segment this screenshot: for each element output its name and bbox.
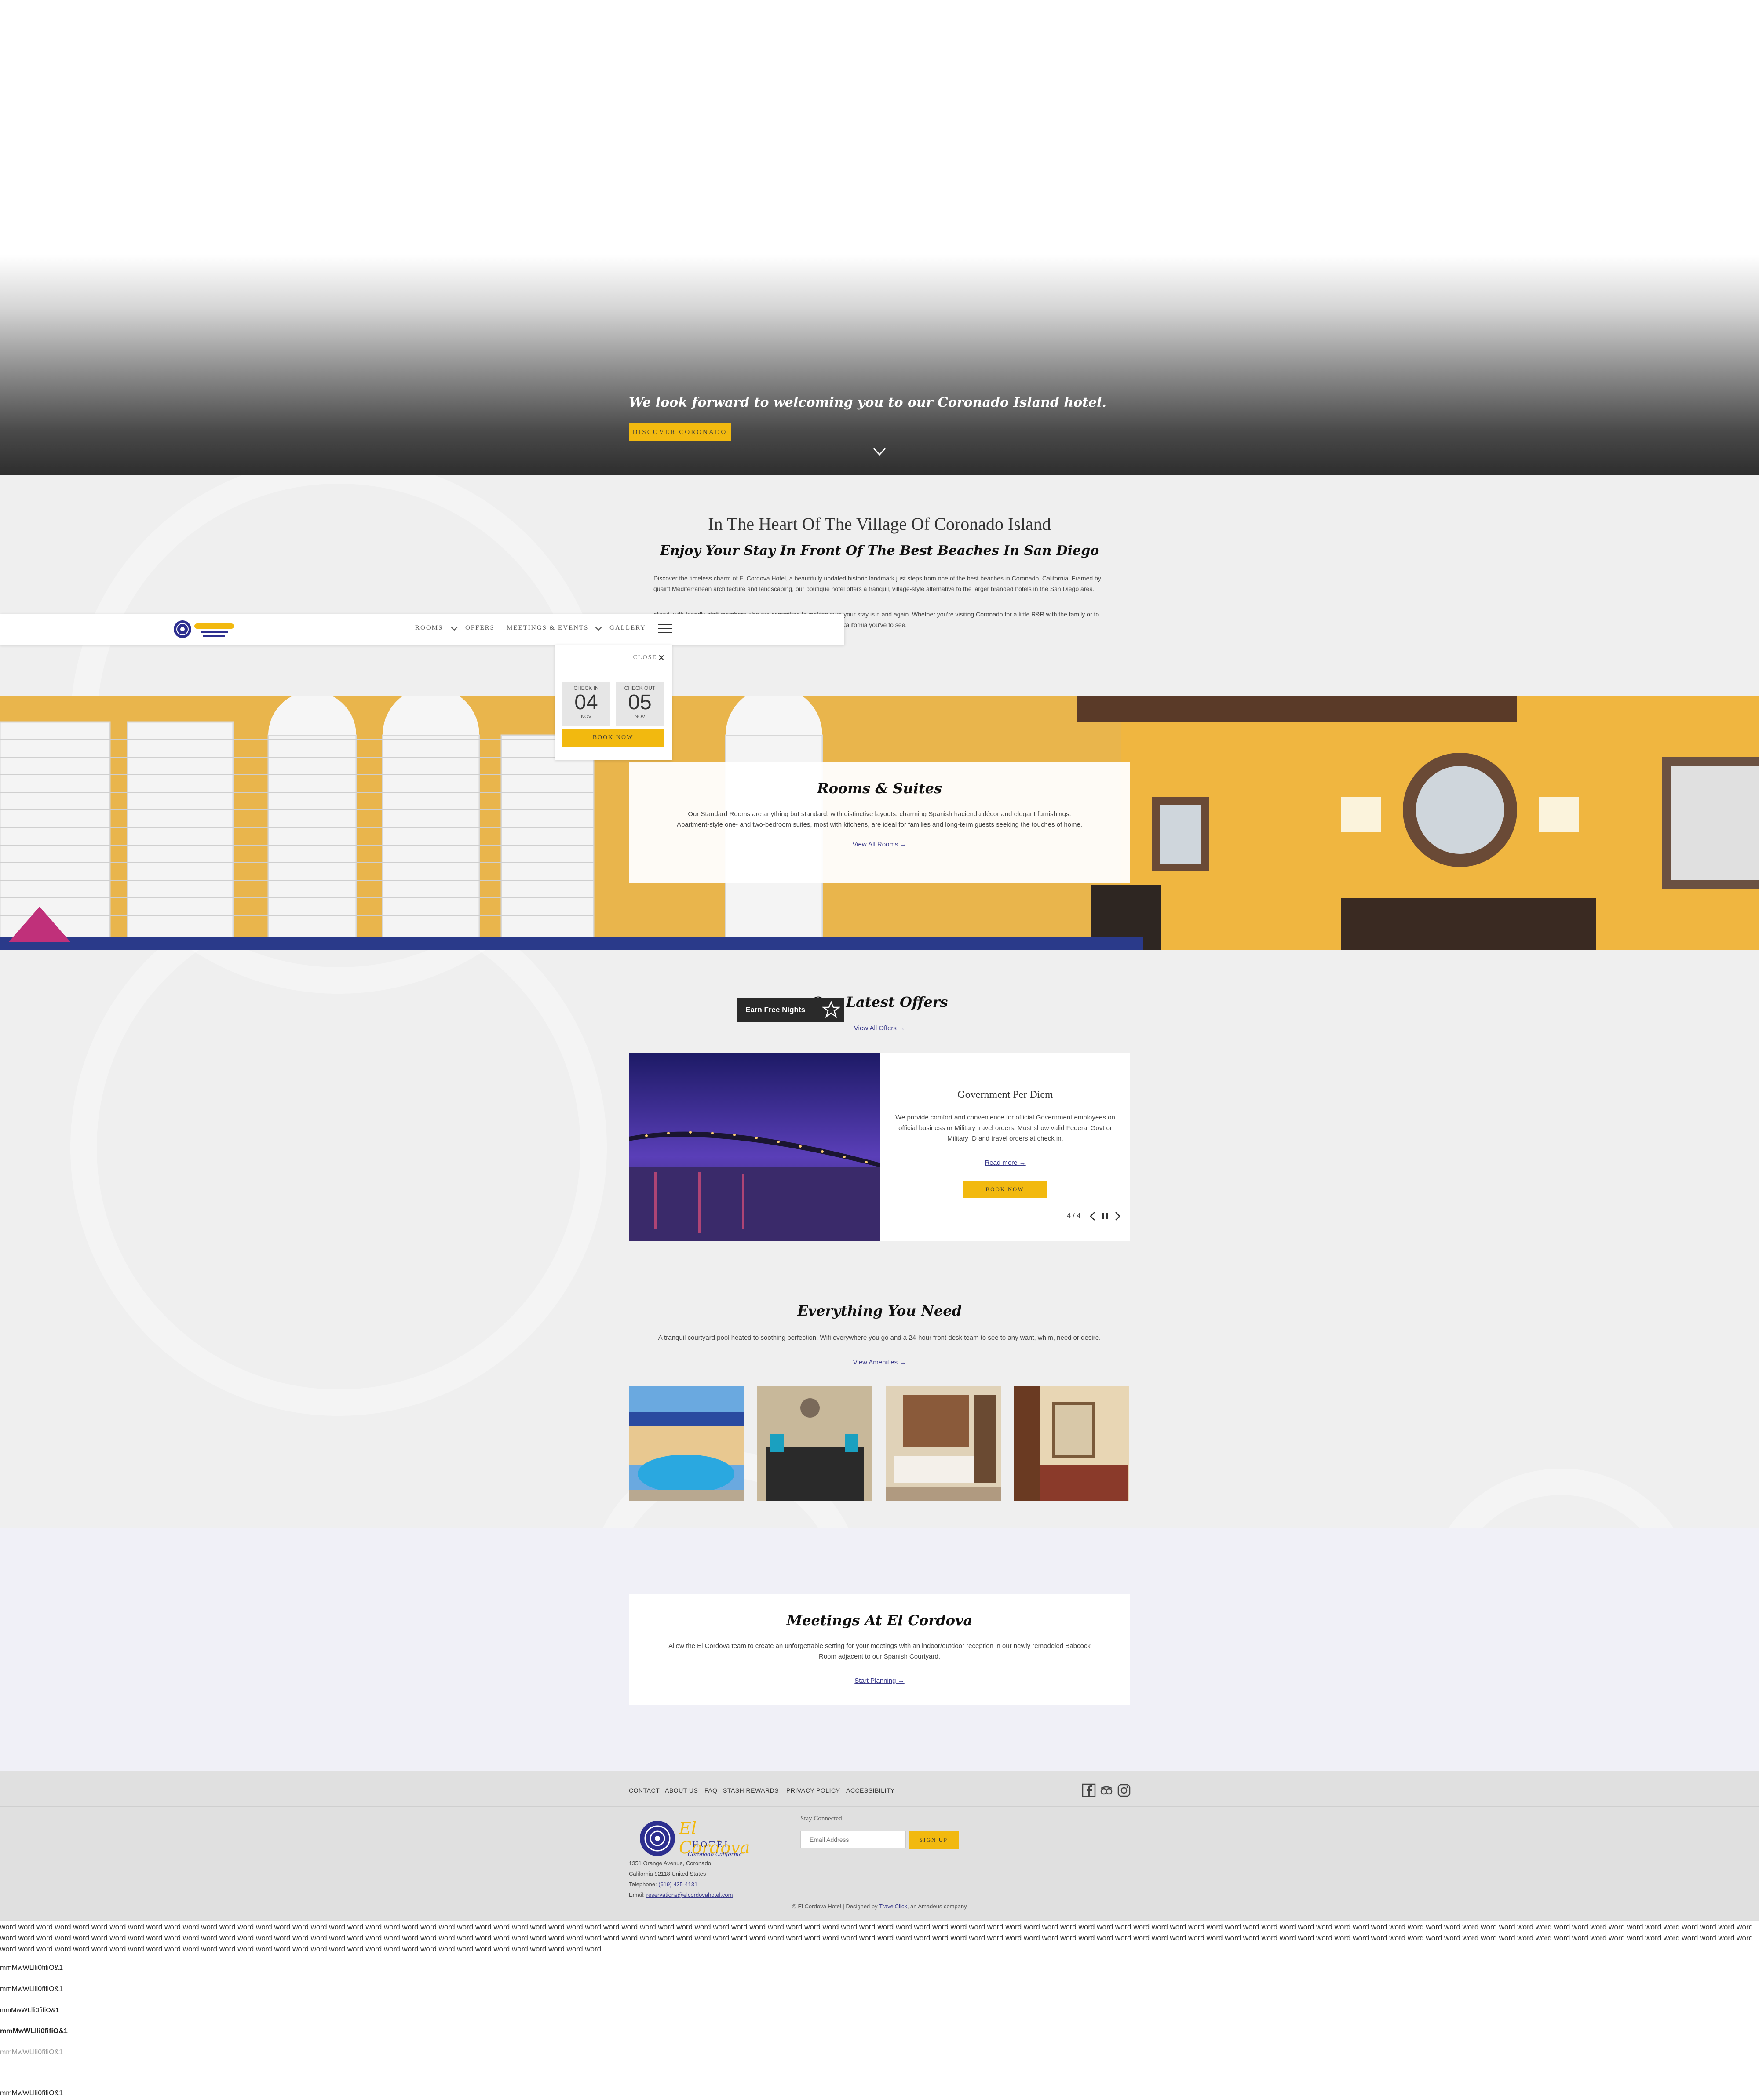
rooms-text: Our Standard Rooms are anything but stan… (676, 810, 1083, 828)
address-line-2: California 92118 United States (629, 1870, 706, 1877)
footer-link-contact[interactable]: CONTACT (629, 1787, 660, 1794)
book-now-button[interactable]: BOOK NOW (562, 729, 664, 747)
font-sample: mmMwWLlli0fifiO&1 (0, 2006, 59, 2014)
amenity-photo-lounge[interactable] (886, 1386, 1001, 1501)
discover-coronado-button[interactable]: DISCOVER CORONADO (629, 423, 731, 441)
hero-banner: We look forward to welcoming you to our … (0, 0, 1759, 475)
stay-connected-label: Stay Connected (800, 1815, 842, 1822)
chevron-left-icon[interactable] (1087, 1210, 1098, 1223)
telephone-label: Telephone: (629, 1881, 657, 1888)
footer-link-stash-rewards[interactable]: STASH REWARDS (723, 1787, 779, 1794)
medallion-watermark (70, 879, 607, 1416)
intro-subtitle: Enjoy Your Stay In Front Of The Best Bea… (660, 543, 1099, 558)
nav-offers[interactable]: OFFERS (465, 624, 495, 632)
amenities-title: Everything You Need (797, 1302, 962, 1319)
telephone: Telephone: (619) 435-4131 (629, 1881, 697, 1888)
footer: CONTACT ABOUT US FAQ STASH REWARDS PRIVA… (0, 1771, 1759, 1921)
check-out-label: CHECK OUT (624, 685, 656, 691)
check-in-label: CHECK IN (573, 685, 599, 691)
rooms-card: Rooms & Suites Our Standard Rooms are an… (629, 762, 1130, 883)
check-out-month: NOV (635, 714, 645, 719)
travelclick-link[interactable]: TravelClick (879, 1903, 907, 1910)
email-label: Email: (629, 1892, 645, 1898)
footer-logo[interactable]: El Cordova HOTEL Coronado California (639, 1815, 757, 1863)
check-in-month: NOV (581, 714, 591, 719)
close-icon[interactable]: ✕ (657, 653, 665, 664)
amenity-photo-lobby[interactable] (757, 1386, 872, 1501)
font-sample: mmMwWLlli0fifiO&1 (0, 2049, 63, 2056)
newsletter-email-input[interactable] (800, 1831, 906, 1848)
amenity-photo-room[interactable] (1014, 1386, 1129, 1501)
meetings-title: Meetings At El Cordova (786, 1612, 973, 1629)
read-more-link[interactable]: Read more → (985, 1159, 1025, 1167)
check-out-day: 05 (628, 691, 652, 714)
footer-link-faq[interactable]: FAQ (704, 1787, 718, 1794)
filler-text: word word word word word word word word … (0, 1923, 1753, 1953)
logo-place: Coronado California (688, 1851, 742, 1857)
intro-title: In The Heart Of The Village Of Coronado … (708, 514, 1051, 534)
telephone-link[interactable]: (619) 435-4131 (658, 1881, 697, 1888)
instagram-icon[interactable] (1117, 1783, 1131, 1797)
check-out-date[interactable]: CHECK OUT 05 NOV (616, 682, 664, 726)
logo-emblem-icon (640, 1821, 675, 1856)
close-label[interactable]: CLOSE (633, 654, 657, 661)
offer-card: Government Per Diem We provide comfort a… (880, 1053, 1130, 1241)
main-nav: ROOMS OFFERS MEETINGS & EVENTS GALLERY (0, 614, 844, 645)
font-sample: mmMwWLlli0fifiO&1 (0, 1964, 63, 1972)
star-icon[interactable] (822, 1001, 840, 1018)
menu-icon[interactable] (658, 623, 672, 635)
copyright-suffix: , an Amadeus company (907, 1903, 967, 1910)
copyright: © El Cordova Hotel | Designed by TravelC… (660, 1903, 1099, 1910)
logo-hotel: HOTEL (692, 1840, 732, 1849)
meetings-text: Allow the El Cordova team to create an u… (668, 1642, 1091, 1660)
nav-meetings-events[interactable]: MEETINGS & EVENTS (507, 624, 589, 632)
hotel-logo[interactable] (172, 618, 237, 640)
offer-title: Government Per Diem (957, 1089, 1053, 1101)
offer-photo (629, 1053, 880, 1241)
view-amenities-link[interactable]: View Amenities → (853, 1359, 906, 1366)
intro-paragraph: Discover the timeless charm of El Cordov… (653, 575, 1101, 592)
footer-link-about[interactable]: ABOUT US (665, 1787, 698, 1794)
hero-tagline: We look forward to welcoming you to our … (629, 395, 1106, 410)
tripadvisor-icon[interactable] (1099, 1783, 1113, 1797)
email-link[interactable]: reservations@elcordovahotel.com (646, 1892, 733, 1898)
start-planning-link[interactable]: Start Planning → (854, 1677, 904, 1684)
facebook-icon[interactable] (1082, 1783, 1096, 1797)
nav-rooms[interactable]: ROOMS (415, 624, 443, 632)
footer-divider (0, 1806, 1759, 1807)
offer-book-now-button[interactable]: BOOK NOW (963, 1181, 1047, 1198)
chevron-right-icon[interactable] (1112, 1210, 1123, 1223)
footer-link-privacy[interactable]: PRIVACY POLICY (786, 1787, 840, 1794)
chevron-down-icon[interactable] (450, 626, 458, 631)
amenities-text: A tranquil courtyard pool heated to soot… (658, 1334, 1101, 1342)
sign-up-button[interactable]: SIGN UP (909, 1831, 959, 1849)
check-in-date[interactable]: CHECK IN 04 NOV (562, 682, 610, 726)
chevron-down-icon[interactable] (595, 626, 602, 631)
email: Email: reservations@elcordovahotel.com (629, 1892, 733, 1898)
meetings-card: Meetings At El Cordova Allow the El Cord… (629, 1594, 1130, 1705)
font-sample: mmMwWLlli0fifiO&1 (0, 2027, 68, 2035)
font-sample: mmMwWLlli0fifiO&1 (0, 2089, 63, 2097)
check-in-day: 04 (574, 691, 598, 714)
footer-link-accessibility[interactable]: ACCESSIBILITY (846, 1787, 895, 1794)
address-line-1: 1351 Orange Avenue, Coronado, (629, 1860, 713, 1867)
rooms-title: Rooms & Suites (817, 780, 942, 797)
copyright-text: © El Cordova Hotel | Designed by (792, 1903, 878, 1910)
offer-text: We provide comfort and convenience for o… (895, 1114, 1115, 1142)
chevron-down-icon[interactable] (872, 444, 887, 459)
nav-gallery[interactable]: GALLERY (609, 624, 646, 632)
font-sample: mmMwWLlli0fifiO&1 (0, 1985, 63, 1993)
view-all-rooms-link[interactable]: View All Rooms → (852, 841, 906, 848)
slide-counter: 4 / 4 (1067, 1212, 1081, 1220)
booking-widget: CLOSE ✕ CHECK IN 04 NOV CHECK OUT 05 NOV… (555, 645, 672, 760)
amenity-photo-pool[interactable] (629, 1386, 744, 1501)
view-all-offers-link[interactable]: View All Offers → (854, 1024, 905, 1032)
pause-icon[interactable] (1099, 1210, 1111, 1223)
medallion-watermark (1425, 1469, 1697, 1528)
